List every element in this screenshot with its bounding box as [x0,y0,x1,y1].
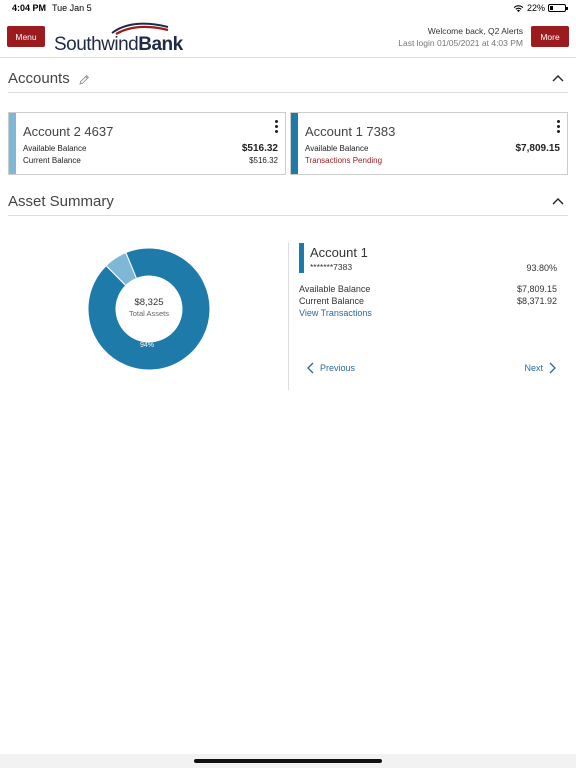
total-assets-label: Total Assets [128,309,170,318]
welcome-text: Welcome back, Q2 Alerts [427,26,523,36]
current-balance-label: Current Balance [23,156,81,165]
vertical-divider [288,243,289,390]
collapse-asset-summary-chevron-icon[interactable] [552,197,564,205]
total-assets-value: $8,325 [134,297,164,308]
available-balance-label: Available Balance [305,144,369,153]
account-name: Account 1 7383 [305,124,396,139]
home-indicator-bar[interactable] [194,759,382,763]
more-button[interactable]: More [531,26,569,47]
view-transactions-link[interactable]: View Transactions [299,308,372,318]
detail-available-label: Available Balance [299,284,371,294]
southwind-bank-logo[interactable]: SouthwindBank [54,21,199,55]
home-indicator-area [0,754,576,768]
menu-button[interactable]: Menu [7,26,45,47]
asset-summary-section-header: Asset Summary [8,186,568,216]
logo-text: SouthwindBank [54,34,183,56]
next-label: Next [524,363,543,373]
current-balance-value: $516.32 [249,156,278,165]
battery-percent: 22% [526,3,545,13]
detail-current-label: Current Balance [299,296,365,306]
asset-summary-title: Asset Summary [8,193,114,210]
status-bar: 4:04 PM Tue Jan 5 22% [0,0,576,16]
card-accent [9,113,16,174]
card-accent [291,113,298,174]
account-card[interactable]: Account 2 4637 Available Balance $516.32… [8,112,286,175]
status-indicators: 22% [513,3,568,13]
chevron-right-icon [549,362,556,374]
battery-icon [548,4,568,12]
detail-accent [299,243,304,273]
logo-text-bold: Bank [138,34,183,55]
more-options-icon[interactable] [555,120,561,134]
next-button[interactable]: Next [524,362,556,374]
welcome-block: Welcome back, Q2 Alerts Last login 01/05… [398,25,523,49]
app-header: Menu SouthwindBank Welcome back, Q2 Aler… [0,16,576,58]
more-options-icon[interactable] [273,120,279,134]
detail-current-row: Current Balance $8,371.92 [299,296,557,306]
detail-available-value: $7,809.15 [516,284,557,294]
previous-button[interactable]: Previous [307,362,355,374]
logo-text-light: Southwind [54,34,139,55]
detail-available-row: Available Balance $7,809.15 [299,284,557,294]
available-balance-value: $516.32 [241,143,278,154]
detail-current-value: $8,371.92 [516,296,557,306]
detail-percent: 93.80% [526,263,557,273]
chevron-left-icon [307,362,314,374]
available-balance-value: $7,809.15 [515,143,561,154]
account-name: Account 2 4637 [23,124,114,139]
transactions-pending-text: Transactions Pending [305,156,383,165]
pencil-icon[interactable] [78,74,90,86]
logo-swoosh-icon [111,22,169,35]
account-card[interactable]: Account 1 7383 Available Balance $7,809.… [290,112,568,175]
status-time: 4:04 PM [12,3,47,13]
accounts-title: Accounts [8,70,70,87]
collapse-accounts-chevron-icon[interactable] [552,74,564,82]
previous-label: Previous [320,363,356,373]
available-balance-label: Available Balance [23,144,87,153]
accounts-section-header: Accounts [8,63,568,93]
slice-percent-label: 94% [140,342,155,349]
detail-account-name: Account 1 [310,245,368,260]
last-login-text: Last login 01/05/2021 at 4:03 PM [398,38,523,48]
status-date: Tue Jan 5 [52,3,92,13]
wifi-icon [513,4,524,12]
detail-account-number: *******7383 [310,262,353,272]
